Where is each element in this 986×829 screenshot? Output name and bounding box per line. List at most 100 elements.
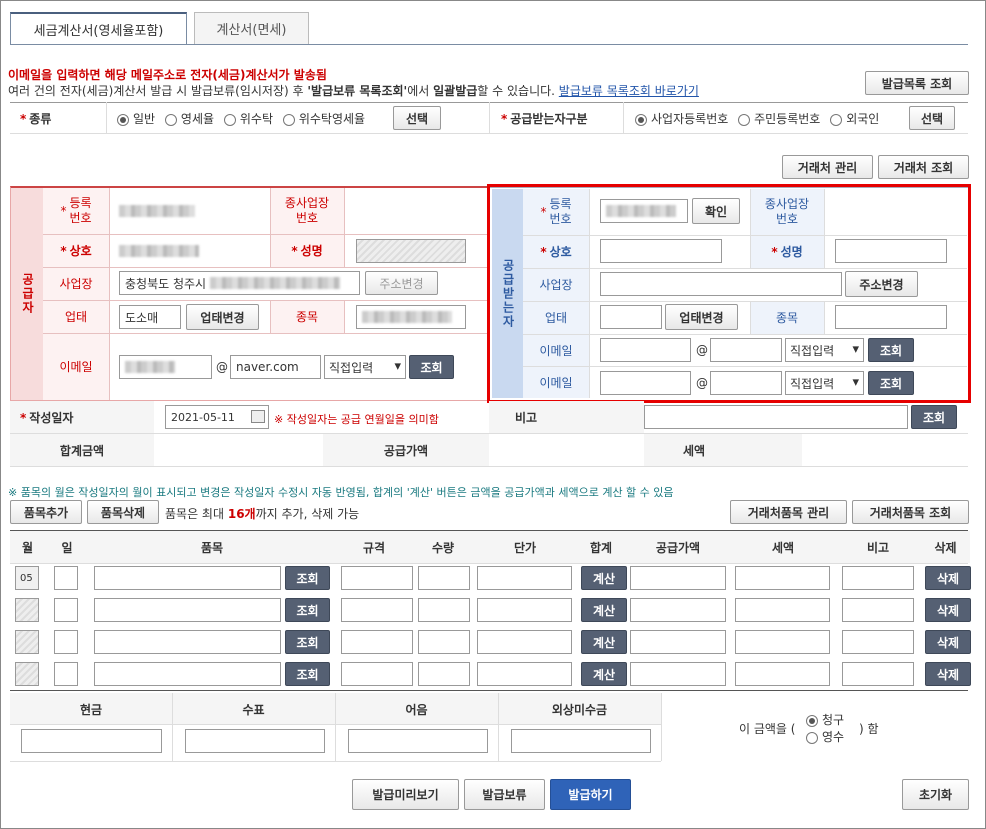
- type-option[interactable]: 영세율: [164, 112, 214, 126]
- day-field[interactable]: [54, 630, 78, 654]
- remark-field[interactable]: [842, 630, 914, 654]
- calc-button[interactable]: 계산: [581, 630, 627, 654]
- receiver-type-option[interactable]: 사업자등록번호: [635, 112, 728, 126]
- qty-field[interactable]: [418, 566, 470, 590]
- supplier-biz-type-field[interactable]: 도소매: [119, 305, 181, 329]
- radio-icon: [164, 113, 177, 126]
- total-amount-label: 합계금액: [59, 443, 105, 458]
- item-name-field[interactable]: [94, 662, 281, 686]
- delete-row-button[interactable]: 삭제: [925, 598, 971, 622]
- qty-field[interactable]: [418, 662, 470, 686]
- reset-button[interactable]: 초기화: [902, 779, 969, 810]
- supplier-addr-change-button[interactable]: 주소변경: [365, 271, 438, 295]
- calendar-icon[interactable]: [251, 410, 265, 423]
- supplier-email-select[interactable]: 직접입력: [324, 355, 406, 379]
- type-option[interactable]: 위수탁: [223, 112, 273, 126]
- qty-field[interactable]: [418, 630, 470, 654]
- receiver-type-select-button[interactable]: 선택: [909, 106, 955, 130]
- tab-label: 세금계산서(영세율포함): [33, 24, 164, 39]
- unit-price-field[interactable]: [477, 662, 572, 686]
- day-field[interactable]: [54, 662, 78, 686]
- supply-amount-field[interactable]: [630, 630, 726, 654]
- supplier-email-lookup-button[interactable]: 조회: [409, 355, 454, 379]
- check-field[interactable]: [185, 729, 325, 753]
- tax-field[interactable]: [735, 630, 830, 654]
- supplier-item-field[interactable]: [356, 305, 466, 329]
- month-field: [15, 662, 39, 686]
- claim-option[interactable]: 청구: [806, 711, 844, 728]
- tab-label: 계산서(면세): [216, 23, 287, 38]
- supply-amount-field[interactable]: [630, 598, 726, 622]
- supply-amount-field[interactable]: [630, 566, 726, 590]
- items-note: ※ 품목의 월은 작성일자의 월이 표시되고 변경은 작성일자 수정시 자동 반…: [8, 486, 674, 499]
- unit-price-field[interactable]: [477, 598, 572, 622]
- unit-price-field[interactable]: [477, 566, 572, 590]
- item-lookup-button[interactable]: 조회: [285, 566, 330, 590]
- remark-field[interactable]: [842, 566, 914, 590]
- delete-row-button[interactable]: 삭제: [925, 630, 971, 654]
- receipt-option[interactable]: 영수: [806, 728, 844, 745]
- unit-price-field[interactable]: [477, 630, 572, 654]
- remark-field[interactable]: [842, 598, 914, 622]
- supply-amount-field[interactable]: [630, 662, 726, 686]
- supply-amount-label: 공급가액: [383, 443, 429, 458]
- supplier-addr-field[interactable]: 충청북도 청주시: [119, 271, 360, 295]
- remark-lookup-button[interactable]: 조회: [911, 405, 957, 429]
- partner-item-manage-button[interactable]: 거래처품목 관리: [730, 500, 847, 524]
- receiver-type-option[interactable]: 주민등록번호: [738, 112, 820, 126]
- hold-list-link[interactable]: 발급보류 목록조회 바로가기: [559, 84, 699, 98]
- spec-field[interactable]: [341, 566, 413, 590]
- items-limit-info: 품목은 최대 16개까지 추가, 삭제 가능: [165, 507, 360, 521]
- item-lookup-button[interactable]: 조회: [285, 630, 330, 654]
- date-field[interactable]: 2021-05-11: [165, 405, 269, 429]
- type-option[interactable]: 일반: [117, 112, 155, 126]
- tax-field[interactable]: [735, 598, 830, 622]
- supplier-item-label: 종목: [295, 309, 319, 324]
- tax-field[interactable]: [735, 662, 830, 686]
- partner-manage-button[interactable]: 거래처 관리: [782, 155, 873, 179]
- day-field[interactable]: [54, 598, 78, 622]
- spec-field[interactable]: [341, 630, 413, 654]
- item-name-field[interactable]: [94, 630, 281, 654]
- tab-tax-invoice[interactable]: 세금계산서(영세율포함): [10, 12, 187, 45]
- add-item-button[interactable]: 품목추가: [10, 500, 82, 524]
- delete-row-button[interactable]: 삭제: [925, 662, 971, 686]
- calc-button[interactable]: 계산: [581, 662, 627, 686]
- remark-field[interactable]: [842, 662, 914, 686]
- spec-field[interactable]: [341, 662, 413, 686]
- calc-button[interactable]: 계산: [581, 598, 627, 622]
- radio-selected-icon: [117, 113, 129, 126]
- qty-field[interactable]: [418, 598, 470, 622]
- supplier-side-label: 공급자: [11, 188, 43, 400]
- tax-field[interactable]: [735, 566, 830, 590]
- calc-button[interactable]: 계산: [581, 566, 627, 590]
- partner-item-lookup-button[interactable]: 거래처품목 조회: [852, 500, 969, 524]
- spec-field[interactable]: [341, 598, 413, 622]
- delete-row-button[interactable]: 삭제: [925, 566, 971, 590]
- day-field[interactable]: [54, 566, 78, 590]
- supplier-email-id-field[interactable]: [119, 355, 212, 379]
- items-header-cell: 수량: [431, 540, 455, 555]
- issue-list-button[interactable]: 발급목록 조회: [865, 71, 969, 95]
- item-name-field[interactable]: [94, 598, 281, 622]
- type-select-button[interactable]: 선택: [393, 106, 441, 130]
- issue-button[interactable]: 발급하기: [550, 779, 631, 810]
- note-field[interactable]: [348, 729, 488, 753]
- radio-icon: [806, 731, 818, 744]
- hold-button[interactable]: 발급보류: [464, 779, 545, 810]
- supplier-email-domain-field[interactable]: naver.com: [230, 355, 321, 379]
- item-lookup-button[interactable]: 조회: [285, 598, 330, 622]
- tab-invoice[interactable]: 계산서(면세): [194, 12, 309, 44]
- supplier-biz-type-button[interactable]: 업태변경: [186, 304, 259, 330]
- credit-field[interactable]: [511, 729, 651, 753]
- item-name-field[interactable]: [94, 566, 281, 590]
- item-lookup-button[interactable]: 조회: [285, 662, 330, 686]
- preview-button[interactable]: 발급미리보기: [352, 779, 459, 810]
- partner-lookup-button[interactable]: 거래처 조회: [878, 155, 969, 179]
- remark-field[interactable]: [644, 405, 908, 429]
- cash-field[interactable]: [21, 729, 162, 753]
- receiver-type-option[interactable]: 외국인: [830, 112, 879, 126]
- highlight-box: [487, 184, 971, 403]
- type-option[interactable]: 위수탁영세율: [282, 112, 365, 126]
- delete-item-button[interactable]: 품목삭제: [87, 500, 159, 524]
